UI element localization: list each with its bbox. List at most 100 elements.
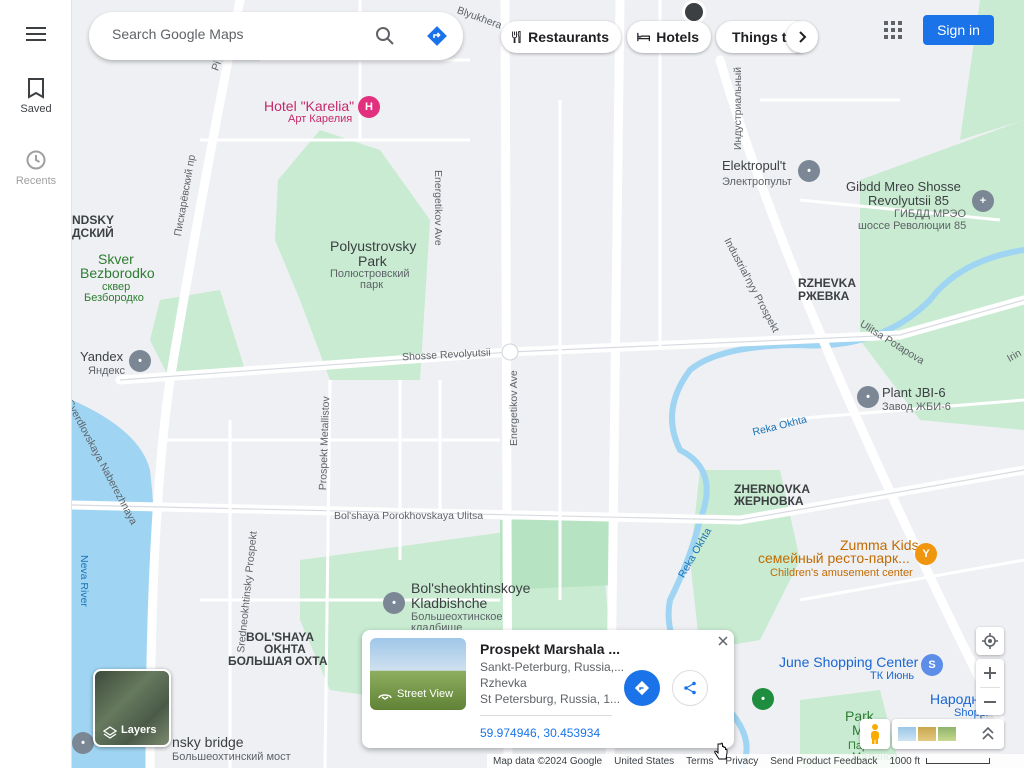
layers-button[interactable]: Layers — [93, 669, 171, 747]
skver-ru-label-2: Безбородко — [84, 292, 144, 304]
recents-label: Recents — [15, 175, 57, 187]
yandex-pin-icon[interactable]: • — [129, 350, 151, 372]
imagery-thumb-icon[interactable] — [898, 727, 916, 741]
search-box — [89, 12, 463, 60]
polyustrovsky-park-area — [275, 130, 430, 380]
zoom-out-button[interactable] — [976, 688, 1004, 715]
close-icon[interactable] — [718, 636, 728, 646]
hotel-karelia-ru-label: Арт Карелия — [288, 113, 353, 125]
river-label-neva: Neva River — [78, 555, 90, 607]
zoom-controls — [976, 659, 1004, 715]
restaurant-pin-icon[interactable]: Y — [915, 543, 937, 565]
terrain-thumb-icon[interactable] — [918, 727, 936, 741]
bridge-label: nsky bridge — [172, 734, 244, 750]
plant-ru-label: Завод ЖБИ-6 — [882, 401, 951, 413]
recents-button[interactable]: Recents — [0, 149, 72, 187]
feedback-link[interactable]: Send Product Feedback — [770, 756, 877, 767]
narodny-label: Народн — [930, 691, 980, 707]
place-address-line-2: Rzhevka — [480, 676, 527, 690]
zoom-in-button[interactable] — [976, 659, 1004, 687]
cemetery-label: Bol'sheokhtinskoye — [411, 580, 531, 596]
card-share-button[interactable] — [672, 670, 708, 706]
terms-link[interactable]: Terms — [686, 756, 713, 767]
street-view-thumbnail[interactable]: Street View — [370, 638, 466, 710]
scale-label[interactable]: 1000 ft — [890, 756, 921, 767]
june-label: June Shopping Center — [779, 654, 919, 670]
road-label-energetikov-2: Energetikov Ave — [508, 370, 520, 446]
elektropult-ru-label: Электропульт — [722, 176, 792, 188]
okhta-ru-label: БОЛЬШАЯ ОХТА — [228, 654, 328, 668]
country-link[interactable]: United States — [614, 756, 674, 767]
road-label-industrialny-ru: Индустриальный — [732, 66, 744, 150]
skver-label-2: Bezborodko — [80, 265, 155, 281]
hand-cursor-icon — [714, 742, 728, 760]
satellite-thumb-icon[interactable] — [938, 727, 956, 741]
place-coordinates[interactable]: 59.974946, 30.453934 — [480, 726, 600, 740]
card-divider — [480, 715, 612, 716]
elektropult-label: Elektropul't — [722, 158, 786, 173]
privacy-link[interactable]: Privacy — [725, 756, 758, 767]
rzhevka-label: RZHEVKA — [798, 276, 857, 290]
district-ru-label: ДСКИЙ — [72, 226, 114, 240]
bed-icon — [637, 32, 650, 42]
hotel-pin-icon[interactable]: H — [358, 96, 380, 118]
share-icon — [684, 681, 696, 695]
district-label: NDSKY — [72, 213, 115, 227]
gibdd-label: Gibdd Mreo Shosse — [846, 179, 961, 194]
plant-label: Plant JBI-6 — [882, 385, 946, 400]
map-data-attribution: Map data ©2024 Google — [493, 755, 603, 767]
park-area-west — [150, 290, 245, 380]
hotels-chip[interactable]: Hotels — [627, 21, 711, 53]
scale-bar[interactable] — [926, 758, 991, 764]
street-view-icon — [378, 694, 392, 700]
plant-pin-icon[interactable]: • — [857, 386, 879, 408]
cemetery-label-2: Kladbishche — [411, 595, 488, 611]
card-directions-button[interactable] — [624, 670, 660, 706]
zumma-label-3: Children's amusement center — [770, 567, 913, 579]
bookmark-icon — [28, 78, 44, 99]
menu-button[interactable] — [0, 26, 72, 42]
imagery-strip[interactable] — [892, 719, 1004, 749]
polyustrovsky-ru-label-2: парк — [360, 279, 384, 291]
place-info-card: Street View Prospekt Marshala ... Sankt-… — [362, 630, 734, 748]
park-pin-icon[interactable]: • — [752, 688, 774, 710]
june-ru-label: ТК Июнь — [870, 670, 915, 682]
maps-app: Saved Recents Hotel "Karelia" Арт Карели… — [0, 0, 1024, 768]
street-view-label: Street View — [397, 688, 454, 700]
saved-label: Saved — [20, 103, 52, 115]
gibdd-pin-icon[interactable]: + — [972, 190, 994, 212]
minus-icon — [984, 700, 996, 703]
menu-icon — [26, 27, 46, 41]
search-icon[interactable] — [375, 26, 395, 46]
skver-label: Skver — [98, 251, 134, 267]
saved-button[interactable]: Saved — [0, 77, 72, 115]
zumma-label-2: семейный ресто-парк... — [758, 550, 910, 566]
apps-grid-icon[interactable] — [883, 20, 903, 40]
park-area-east — [860, 120, 1024, 430]
place-address-line-3: St Petersburg, Russia, 1... — [480, 692, 621, 706]
fork-knife-icon — [512, 30, 521, 44]
gibdd-label-2: Revolyutsii 85 — [868, 193, 949, 208]
map-footer: Map data ©2024 Google United States Term… — [487, 754, 1024, 768]
pegman-button[interactable] — [860, 719, 890, 749]
directions-icon[interactable] — [426, 25, 448, 47]
chips-next-button[interactable] — [786, 21, 818, 53]
directions-icon — [634, 680, 650, 696]
history-icon — [26, 150, 46, 170]
cemetery-pin-icon[interactable]: • — [383, 592, 405, 614]
chevron-right-icon — [799, 31, 807, 43]
my-location-button[interactable] — [976, 627, 1004, 655]
place-title: Prospekt Marshala ... — [480, 641, 621, 657]
shopping-pin-icon[interactable]: S — [921, 654, 943, 676]
roundabout — [501, 343, 519, 361]
sign-in-button[interactable]: Sign in — [923, 15, 994, 45]
elektropult-pin-icon[interactable]: • — [798, 160, 820, 182]
search-input[interactable] — [112, 26, 372, 42]
expand-up-icon[interactable] — [982, 727, 994, 741]
place-address-line-1: Sankt-Peterburg, Russia,... — [480, 660, 625, 674]
pegman-icon — [871, 724, 879, 744]
restaurants-chip[interactable]: Restaurants — [501, 21, 621, 53]
transit-pin-icon[interactable]: • — [72, 732, 94, 754]
hotel-karelia-label: Hotel "Karelia" — [264, 98, 355, 114]
park-area-center — [500, 515, 615, 590]
